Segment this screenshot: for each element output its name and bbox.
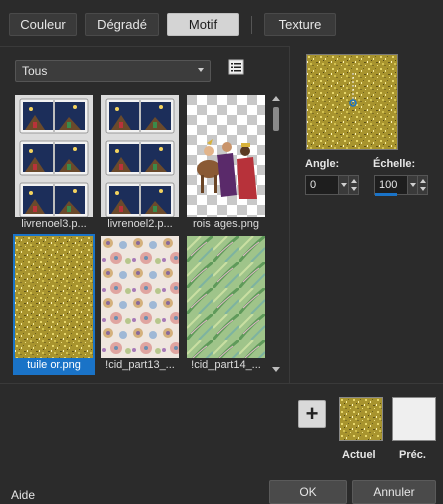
scale-dropdown[interactable] [407,176,417,194]
pattern-thumb-livrenoel3[interactable]: livrenoel3.p... [13,93,95,234]
scroll-up-arrow-icon[interactable] [272,96,280,101]
pattern-preview[interactable] [306,54,398,150]
spin-up-icon[interactable] [420,179,426,183]
pattern-preview-image [15,236,93,358]
plus-icon: + [305,401,319,426]
tab-separator [251,16,252,34]
scale-label: Échelle: [373,158,416,170]
pattern-caption: !cid_part13_... [105,359,175,371]
previous-swatch[interactable] [392,397,436,441]
pattern-grid: livrenoel3.p... livrenoel2.p... rois age… [13,93,268,375]
pattern-preview-image [187,236,265,358]
angle-spinner[interactable] [348,176,358,194]
pattern-thumb-cid-part13[interactable]: !cid_part13_... [99,234,181,375]
list-view-icon[interactable] [228,59,244,75]
chevron-down-icon [198,68,204,72]
current-swatch[interactable] [339,397,383,441]
pattern-preview-image [307,55,397,149]
pattern-preview-image [187,95,265,217]
current-swatch-image [340,398,382,440]
spin-down-icon[interactable] [420,187,426,191]
current-swatch-label: Actuel [342,449,376,461]
category-dropdown-value: Tous [22,64,48,78]
pattern-thumb-cid-part14[interactable]: !cid_part14_... [185,234,267,375]
fill-type-tabs: Couleur Dégradé Motif Texture [0,0,443,46]
pattern-caption: livrenoel3.p... [21,218,87,230]
tab-pattern[interactable]: Motif [167,13,239,36]
spin-up-icon[interactable] [351,179,357,183]
category-dropdown[interactable]: Tous [15,60,211,82]
scrollbar-thumb[interactable] [273,107,279,131]
pattern-thumb-tuile-or[interactable]: tuile or.png [13,234,95,375]
pattern-grid-scrollbar[interactable] [270,93,282,375]
scale-input[interactable]: 100 [374,175,428,195]
scale-spinner[interactable] [417,176,427,194]
angle-input[interactable]: 0 [305,175,359,195]
tab-color[interactable]: Couleur [9,13,77,36]
pattern-caption: !cid_part14_... [191,359,261,371]
scroll-down-arrow-icon[interactable] [272,367,280,372]
pattern-preview-image [101,236,179,358]
pattern-thumb-rois-ages[interactable]: rois ages.png [185,93,267,234]
cancel-button[interactable]: Annuler [352,480,436,504]
angle-value: 0 [310,179,317,191]
angle-dropdown[interactable] [338,176,348,194]
chevron-down-icon [410,183,416,187]
pattern-caption: livrenoel2.p... [107,218,173,230]
scale-focus-indicator [375,193,397,196]
previous-swatch-label: Préc. [399,449,426,461]
add-to-swatches-button[interactable]: + [298,400,326,428]
pattern-caption: rois ages.png [192,218,260,230]
tab-gradient[interactable]: Dégradé [85,13,159,36]
chevron-down-icon [341,183,347,187]
pattern-preview-image [15,95,93,217]
scale-value: 100 [379,179,398,191]
ok-button[interactable]: OK [269,480,347,504]
tab-texture[interactable]: Texture [264,13,336,36]
pattern-thumb-livrenoel2[interactable]: livrenoel2.p... [99,93,181,234]
help-link[interactable]: Aide [11,488,35,502]
angle-label: Angle: [305,158,340,170]
spin-down-icon[interactable] [351,187,357,191]
pattern-caption: tuile or.png [27,359,81,371]
pattern-preview-image [101,95,179,217]
